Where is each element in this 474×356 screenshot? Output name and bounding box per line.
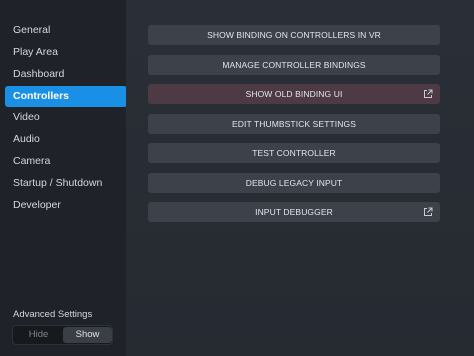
show-old-binding-ui-button[interactable]: SHOW OLD BINDING UI: [148, 84, 440, 104]
button-label: INPUT DEBUGGER: [255, 207, 333, 217]
advanced-hide-option[interactable]: Hide: [14, 327, 63, 343]
advanced-settings-toggle: Hide Show: [12, 325, 113, 345]
external-link-icon: [424, 207, 433, 216]
advanced-show-option[interactable]: Show: [63, 327, 112, 343]
button-label: TEST CONTROLLER: [252, 148, 336, 158]
sidebar: General Play Area Dashboard Controllers …: [0, 0, 127, 356]
edit-thumbstick-settings-button[interactable]: EDIT THUMBSTICK SETTINGS: [148, 114, 440, 134]
button-label: SHOW OLD BINDING UI: [245, 89, 343, 99]
sidebar-item-general[interactable]: General: [5, 20, 127, 41]
show-binding-in-vr-button[interactable]: SHOW BINDING ON CONTROLLERS IN VR: [148, 25, 440, 45]
button-label: DEBUG LEGACY INPUT: [245, 178, 343, 188]
sidebar-item-play-area[interactable]: Play Area: [5, 42, 127, 63]
sidebar-item-controllers[interactable]: Controllers: [5, 86, 127, 107]
controllers-panel: SHOW BINDING ON CONTROLLERS IN VR MANAGE…: [126, 0, 474, 356]
button-label: SHOW BINDING ON CONTROLLERS IN VR: [207, 30, 381, 40]
debug-legacy-input-button[interactable]: DEBUG LEGACY INPUT: [148, 173, 440, 193]
sidebar-item-audio[interactable]: Audio: [5, 129, 127, 150]
settings-window: General Play Area Dashboard Controllers …: [0, 0, 474, 356]
button-label: EDIT THUMBSTICK SETTINGS: [232, 119, 356, 129]
manage-controller-bindings-button[interactable]: MANAGE CONTROLLER BINDINGS: [148, 55, 440, 75]
input-debugger-button[interactable]: INPUT DEBUGGER: [148, 202, 440, 222]
button-label: MANAGE CONTROLLER BINDINGS: [222, 60, 366, 70]
sidebar-item-dashboard[interactable]: Dashboard: [5, 64, 127, 85]
advanced-settings-label: Advanced Settings: [13, 309, 93, 320]
sidebar-item-video[interactable]: Video: [5, 107, 127, 128]
test-controller-button[interactable]: TEST CONTROLLER: [148, 143, 440, 163]
external-link-icon: [424, 89, 433, 98]
sidebar-item-developer[interactable]: Developer: [5, 195, 127, 216]
sidebar-item-camera[interactable]: Camera: [5, 151, 127, 172]
sidebar-item-startup-shutdown[interactable]: Startup / Shutdown: [5, 173, 127, 194]
